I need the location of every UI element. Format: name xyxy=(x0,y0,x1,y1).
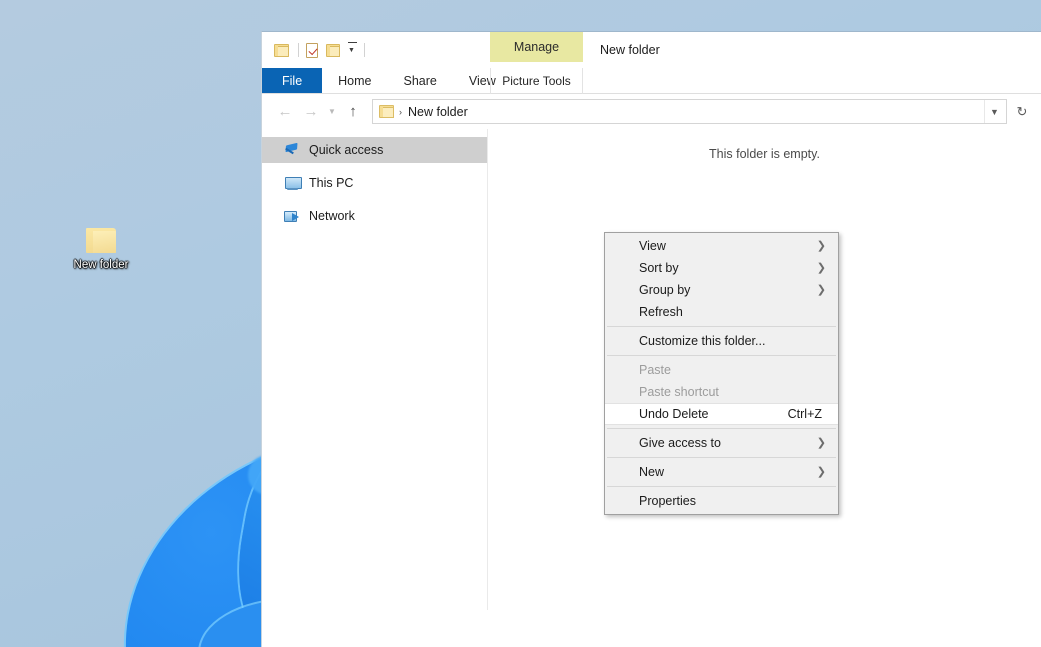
monitor-icon xyxy=(284,175,302,191)
folder-icon xyxy=(86,228,116,253)
context-menu-item-label: Paste shortcut xyxy=(639,385,828,399)
tab-picture-tools-label: Picture Tools xyxy=(502,74,570,88)
context-menu-item-label: Sort by xyxy=(639,261,817,275)
tab-file[interactable]: File xyxy=(262,68,322,93)
context-menu-item-customize-this-folder[interactable]: Customize this folder... xyxy=(605,330,838,352)
context-menu-item-view[interactable]: View❯ xyxy=(605,235,838,257)
context-menu-item-give-access-to[interactable]: Give access to❯ xyxy=(605,432,838,454)
context-menu-item-label: New xyxy=(639,465,817,479)
desktop-icon-new-folder[interactable]: New folder xyxy=(66,228,136,272)
tab-share[interactable]: Share xyxy=(388,68,453,93)
refresh-icon[interactable]: ↻ xyxy=(1009,99,1035,124)
context-menu-item-properties[interactable]: Properties xyxy=(605,490,838,512)
properties-checkbox-icon[interactable] xyxy=(306,43,318,58)
desktop-icon-label: New folder xyxy=(66,259,136,272)
tab-picture-tools[interactable]: Picture Tools xyxy=(490,68,583,94)
address-folder-icon xyxy=(379,105,394,118)
forward-arrow-icon[interactable]: → xyxy=(298,99,324,125)
title-bar[interactable]: Manage New folder xyxy=(262,32,1041,68)
ribbon-tab-bar[interactable]: File Home Share View Picture Tools xyxy=(262,68,1041,94)
context-menu-item-group-by[interactable]: Group by❯ xyxy=(605,279,838,301)
wallpaper-bloom-graphic xyxy=(0,0,300,647)
tab-file-label: File xyxy=(282,74,302,88)
window-title: New folder xyxy=(600,32,660,68)
new-folder-icon[interactable] xyxy=(326,43,340,57)
network-icon xyxy=(284,208,302,224)
context-menu-separator xyxy=(607,428,836,429)
folder-icon-front xyxy=(278,46,289,57)
context-menu-item-label: Group by xyxy=(639,283,817,297)
window-title-text: New folder xyxy=(600,43,660,57)
toolbar-separator xyxy=(364,43,365,57)
context-menu-item-paste: Paste xyxy=(605,359,838,381)
context-menu-item-shortcut: Ctrl+Z xyxy=(788,407,822,421)
folder-icon-front xyxy=(383,107,394,118)
sidebar-item-network[interactable]: Network xyxy=(262,203,487,229)
context-menu-item-label: Properties xyxy=(639,494,828,508)
empty-folder-message: This folder is empty. xyxy=(488,147,1041,161)
address-dropdown-chevron-down-icon[interactable]: ▼ xyxy=(984,100,1004,123)
tab-home[interactable]: Home xyxy=(322,68,387,93)
recent-locations-chevron-down-icon[interactable]: ▼ xyxy=(324,99,340,125)
sidebar-item-quick-access-label: Quick access xyxy=(309,143,383,157)
tab-share-label: Share xyxy=(404,74,437,88)
quick-access-folder-icon[interactable] xyxy=(274,44,289,57)
context-menu-item-label: View xyxy=(639,239,817,253)
chevron-right-icon: ❯ xyxy=(817,467,826,478)
new-folder-icon-front xyxy=(330,46,340,57)
context-menu-item-label: Undo Delete xyxy=(639,407,788,421)
toolbar-separator xyxy=(298,43,299,57)
context-menu-item-undo-delete[interactable]: Undo DeleteCtrl+Z xyxy=(605,403,838,425)
chevron-right-icon: ❯ xyxy=(817,263,826,274)
up-arrow-icon[interactable]: ↑ xyxy=(340,99,366,125)
chevron-right-icon: ❯ xyxy=(817,285,826,296)
navigation-bar[interactable]: ← → ▼ ↑ › New folder ▼ ↻ xyxy=(262,94,1041,129)
contextual-tab-manage-label: Manage xyxy=(514,40,559,54)
context-menu-item-refresh[interactable]: Refresh xyxy=(605,301,838,323)
navigation-pane[interactable]: Quick access This PC Network xyxy=(262,129,488,610)
context-menu[interactable]: View❯Sort by❯Group by❯RefreshCustomize t… xyxy=(604,232,839,515)
context-menu-item-label: Customize this folder... xyxy=(639,334,828,348)
address-bar[interactable]: › New folder ▼ xyxy=(372,99,1007,124)
folder-icon-front xyxy=(93,231,116,253)
sidebar-item-quick-access[interactable]: Quick access xyxy=(262,137,487,163)
context-menu-item-sort-by[interactable]: Sort by❯ xyxy=(605,257,838,279)
pin-icon xyxy=(284,142,302,158)
back-arrow-icon[interactable]: ← xyxy=(272,99,298,125)
context-menu-separator xyxy=(607,355,836,356)
context-menu-item-label: Give access to xyxy=(639,436,817,450)
sidebar-item-this-pc-label: This PC xyxy=(309,176,353,190)
tab-home-label: Home xyxy=(338,74,371,88)
sidebar-item-this-pc[interactable]: This PC xyxy=(262,170,487,196)
context-menu-item-new[interactable]: New❯ xyxy=(605,461,838,483)
chevron-right-icon: ❯ xyxy=(817,438,826,449)
breadcrumb-path[interactable]: New folder xyxy=(408,105,984,119)
context-menu-separator xyxy=(607,457,836,458)
chevron-right-icon: ❯ xyxy=(817,241,826,252)
context-menu-item-label: Refresh xyxy=(639,305,828,319)
context-menu-item-paste-shortcut: Paste shortcut xyxy=(605,381,838,403)
breadcrumb-separator-icon: › xyxy=(399,107,402,117)
context-menu-separator xyxy=(607,326,836,327)
contextual-tab-manage[interactable]: Manage xyxy=(490,32,583,62)
context-menu-separator xyxy=(607,486,836,487)
chevron-down-icon[interactable] xyxy=(348,45,355,54)
sidebar-item-network-label: Network xyxy=(309,209,355,223)
context-menu-item-label: Paste xyxy=(639,363,828,377)
